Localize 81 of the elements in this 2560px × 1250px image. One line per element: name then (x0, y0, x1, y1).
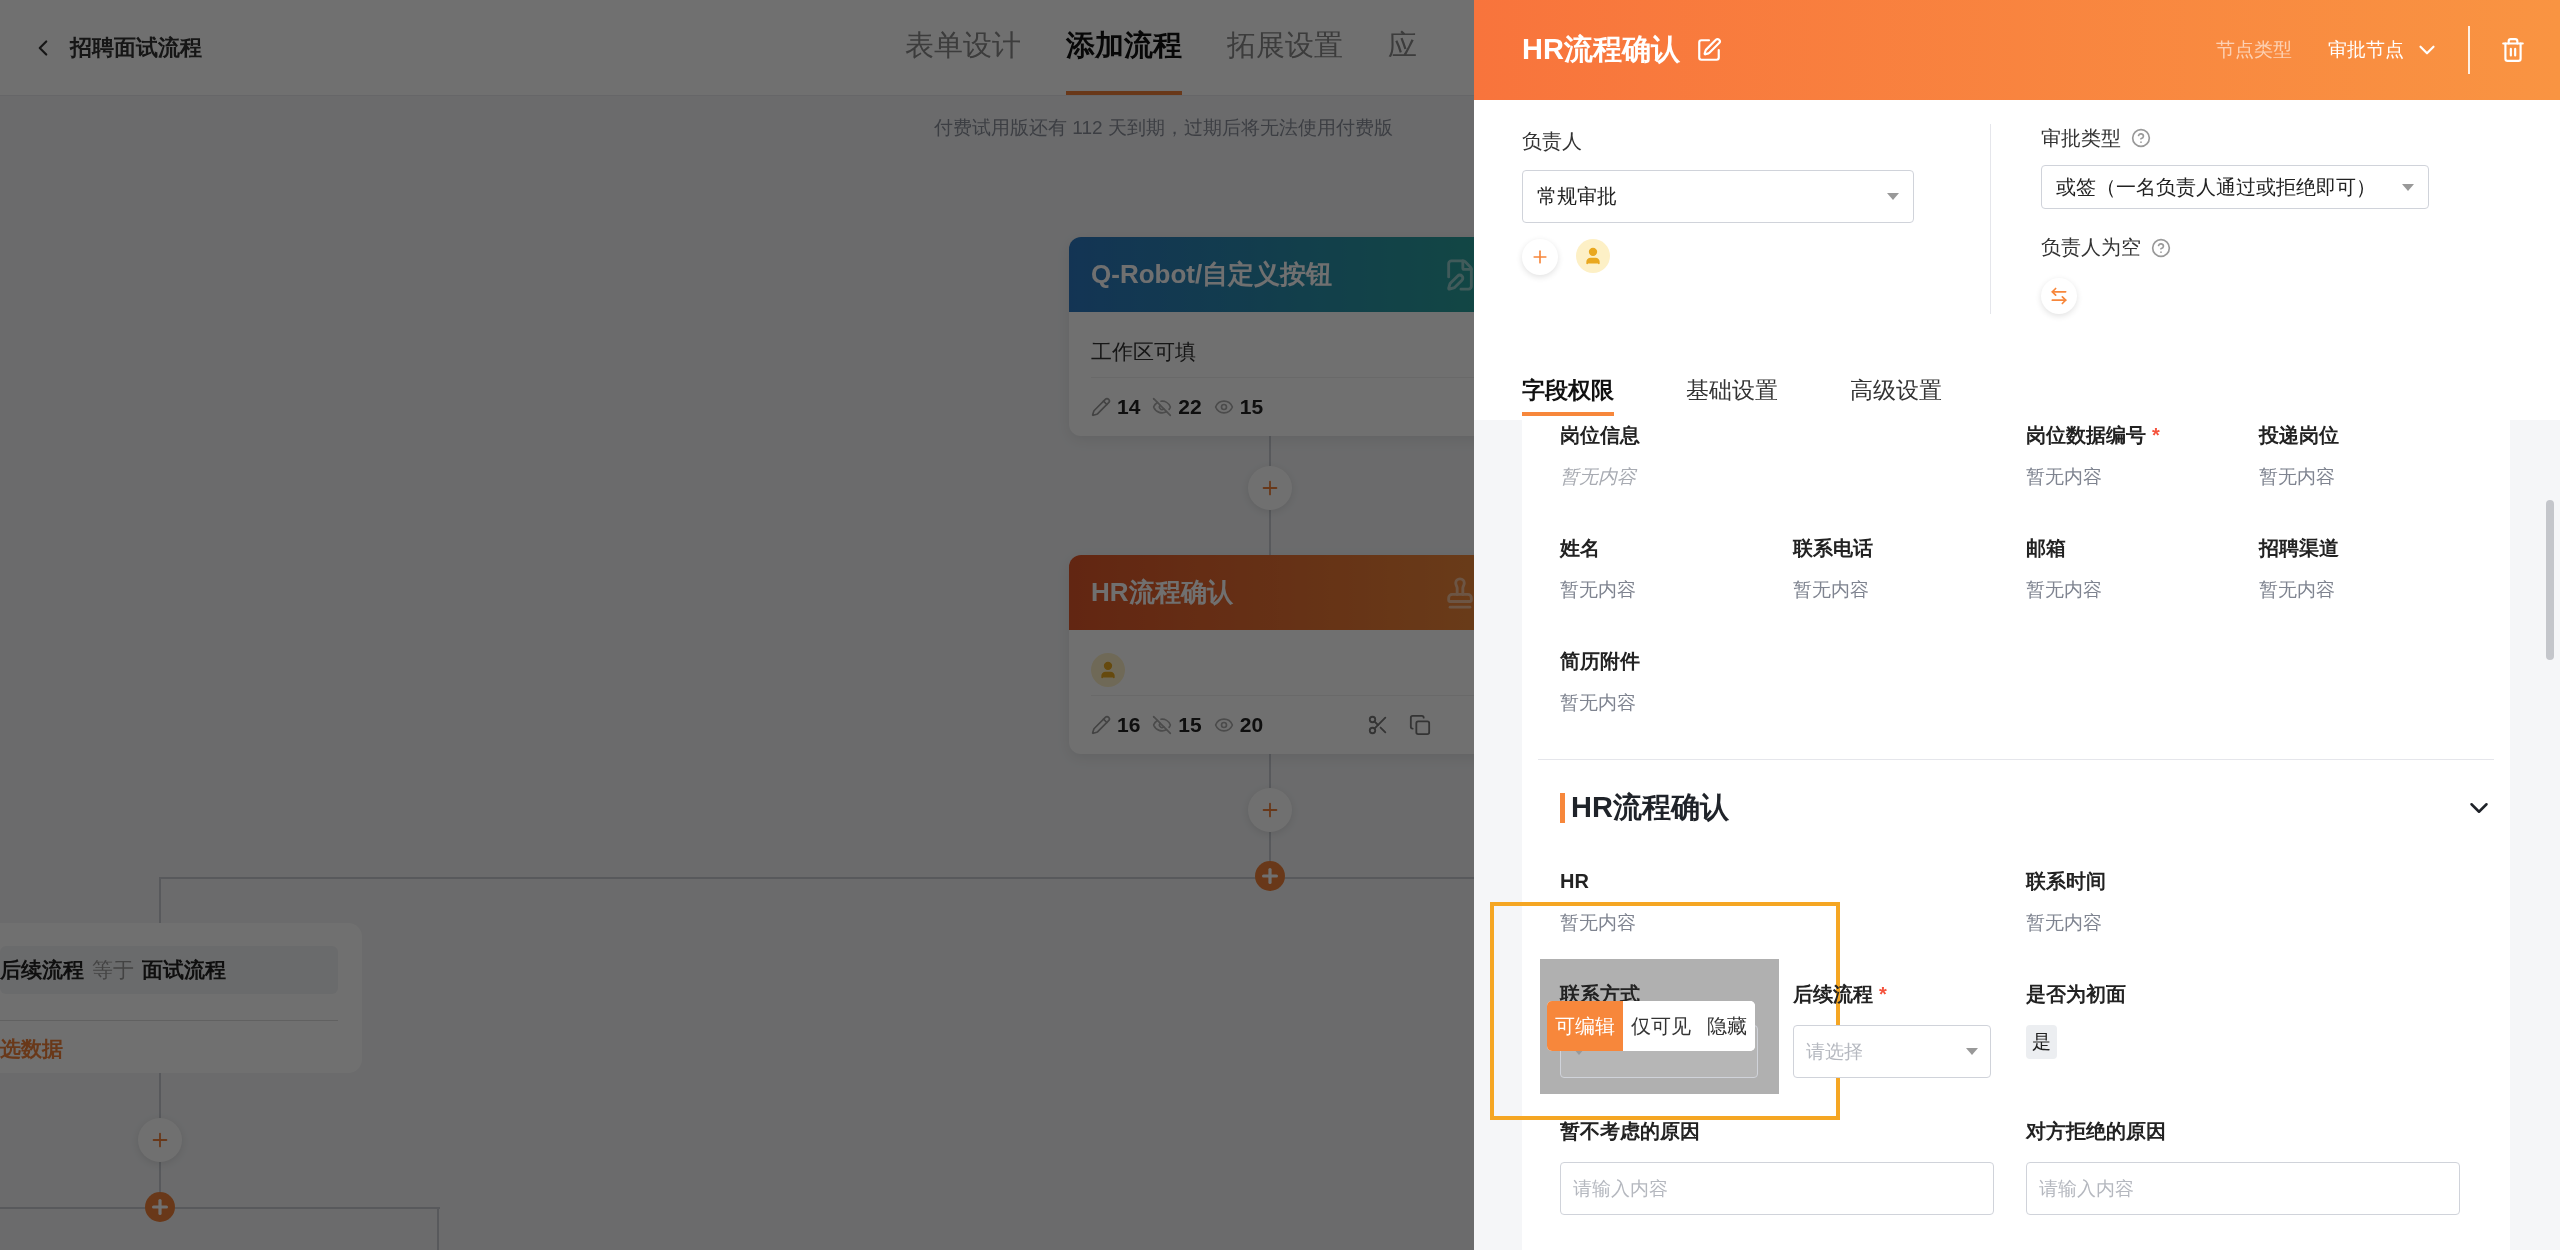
field-label: 负责人 (1522, 128, 1582, 154)
settings-tab[interactable]: 基础设置 (1686, 368, 1778, 416)
required-mark: * (1879, 982, 1887, 1006)
visible-count: 15 (1239, 395, 1264, 419)
field-value: 暂无内容 (1560, 911, 1636, 935)
flow-node-card[interactable]: Q-Robot/自定义按钮 工作区可填 14 22 15 (1069, 237, 1474, 436)
settings-tab[interactable]: 高级设置 (1850, 368, 1942, 416)
input-field[interactable]: 请输入内容 (1560, 1162, 1994, 1215)
user-avatar-icon (1091, 652, 1125, 687)
field-label: 暂不考虑的原因 (1560, 1118, 1700, 1144)
add-node-button[interactable] (1248, 466, 1292, 510)
plus-icon (149, 1196, 171, 1218)
pencil-icon (1091, 397, 1111, 417)
field-label: 姓名 (1560, 535, 1600, 561)
field-label: HR (1560, 869, 1589, 893)
swap-button[interactable] (2041, 278, 2077, 314)
permission-option[interactable]: 可编辑 (1547, 1001, 1623, 1051)
field-label: 岗位数据编号 (2026, 422, 2146, 448)
section-title: HR流程确认 (1571, 790, 1730, 825)
value-tag: 是 (2026, 1025, 2057, 1059)
node-title: Q-Robot/自定义按钮 (1091, 258, 1334, 291)
owner-select[interactable]: 常规审批 (1522, 170, 1914, 223)
back-button[interactable]: 招聘面试流程 (30, 32, 202, 63)
field-value: 暂无内容 (2259, 465, 2335, 489)
add-branch-button[interactable] (145, 1192, 175, 1222)
trash-icon[interactable] (2500, 37, 2526, 63)
eye-off-icon (1152, 715, 1173, 735)
add-node-button[interactable] (138, 1118, 182, 1162)
nav-tab[interactable]: 添加流程 (1066, 0, 1182, 95)
field-value: 暂无内容 (1560, 465, 1636, 489)
approval-type-select[interactable]: 或签（一名负责人通过或拒绝即可） (2041, 164, 2429, 210)
flow-node-card[interactable]: HR流程确认 16 15 20 (1069, 555, 1474, 754)
field-value: 暂无内容 (2026, 911, 2102, 935)
field-value: 暂无内容 (1560, 691, 1636, 715)
field-label: 负责人为空 (2041, 235, 2141, 261)
field-label: 简历附件 (1560, 648, 1640, 674)
field-value: 暂无内容 (1793, 578, 1869, 602)
edit-count: 14 (1117, 395, 1141, 419)
field-label: 投递岗位 (2259, 422, 2339, 448)
select-field[interactable]: 请选择 (1793, 1025, 1991, 1078)
pencil-icon (1091, 715, 1111, 735)
help-icon[interactable] (2131, 128, 2151, 149)
field-label: 联系时间 (2026, 868, 2106, 894)
panel-title: HR流程确认 (1522, 32, 1680, 67)
hidden-count: 15 (1178, 713, 1202, 737)
scissors-icon[interactable] (1367, 714, 1389, 736)
required-mark: * (2152, 423, 2160, 447)
field-label: 招聘渠道 (2259, 535, 2339, 561)
node-description: 工作区可填 (1091, 338, 1196, 365)
eye-icon (1213, 397, 1234, 417)
field-value: 暂无内容 (2026, 578, 2102, 602)
user-avatar-icon (1576, 239, 1610, 273)
field-label: 联系电话 (1793, 535, 1873, 561)
field-label: 对方拒绝的原因 (2026, 1118, 2166, 1144)
eye-icon (1213, 715, 1234, 735)
settings-tab[interactable]: 字段权限 (1522, 368, 1614, 416)
copy-icon[interactable] (1409, 714, 1431, 736)
field-value: 暂无内容 (1560, 578, 1636, 602)
hidden-count: 22 (1178, 395, 1202, 419)
eye-off-icon (1152, 397, 1173, 417)
help-icon[interactable] (2151, 237, 2171, 258)
edit-count: 16 (1117, 713, 1141, 737)
field-label: 是否为初面 (2026, 981, 2126, 1007)
field-value: 暂无内容 (2259, 578, 2335, 602)
node-title: HR流程确认 (1091, 576, 1234, 609)
node-type-select[interactable]: 审批节点 (2328, 37, 2440, 63)
add-branch-button[interactable] (1255, 861, 1285, 891)
edit-icon[interactable] (1695, 37, 1722, 63)
plus-icon (1259, 865, 1281, 887)
filter-data-link[interactable]: 选数据 (0, 1020, 338, 1063)
field-label: 岗位信息 (1560, 422, 1640, 448)
visible-count: 20 (1239, 713, 1264, 737)
input-field[interactable]: 请输入内容 (2026, 1162, 2460, 1215)
node-type-label: 节点类型 (2216, 38, 2292, 62)
section-accent-bar (1560, 793, 1565, 823)
field-label: 邮箱 (2026, 535, 2066, 561)
swap-icon (2049, 286, 2069, 306)
add-person-button[interactable] (1522, 239, 1558, 275)
field-value: 暂无内容 (2026, 465, 2102, 489)
field-label: 审批类型 (2041, 125, 2121, 151)
add-node-button[interactable] (1248, 788, 1292, 832)
